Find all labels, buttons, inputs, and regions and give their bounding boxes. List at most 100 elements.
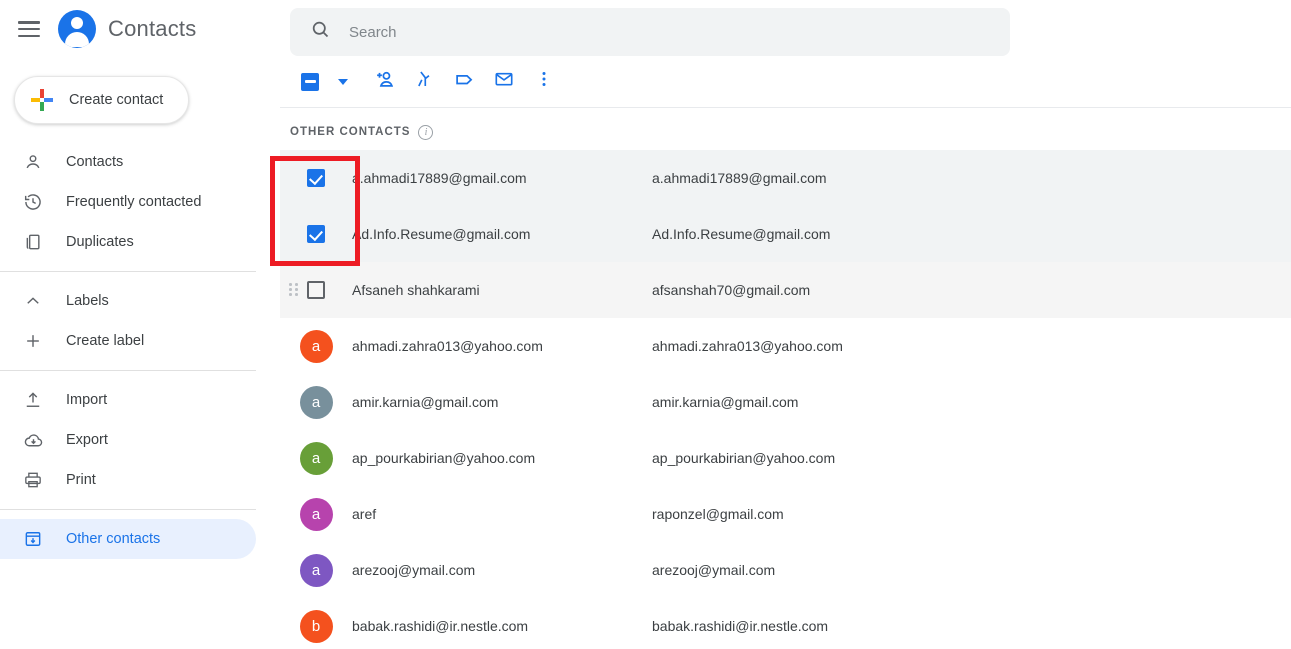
sidebar-item-labels[interactable]: Labels	[0, 281, 256, 321]
contacts-list: a.ahmadi17889@gmail.com a.ahmadi17889@gma…	[280, 150, 1291, 649]
sidebar-divider	[0, 509, 256, 510]
table-row[interactable]: a amir.karnia@gmail.com amir.karnia@gmail.…	[280, 374, 1291, 430]
avatar[interactable]: a	[299, 497, 333, 531]
merge-icon	[413, 68, 435, 95]
table-row[interactable]: Ad.Info.Resume@gmail.com Ad.Info.Resume@g…	[280, 206, 1291, 262]
person-add-icon	[373, 68, 396, 96]
row-lead-cell: a	[280, 329, 352, 363]
select-all-checkbox[interactable]	[290, 62, 330, 102]
avatar[interactable]: a	[299, 441, 333, 475]
merge-button[interactable]	[404, 62, 444, 102]
search-input[interactable]: Search	[290, 8, 1010, 56]
history-clock-icon	[22, 191, 44, 213]
search-placeholder: Search	[349, 23, 397, 41]
row-lead-cell: a	[280, 441, 352, 475]
contact-email-cell: babak.rashidi@ir.nestle.com	[652, 618, 829, 634]
sidebar-item-import[interactable]: Import	[0, 380, 256, 420]
contact-email-cell: a.ahmadi17889@gmail.com	[652, 170, 827, 186]
create-contact-button[interactable]: Create contact	[14, 76, 189, 124]
list-toolbar	[280, 56, 1291, 108]
sidebar-item-duplicates[interactable]: Duplicates	[0, 222, 256, 262]
sidebar-item-contacts[interactable]: Contacts	[0, 142, 256, 182]
info-circle-icon[interactable]: i	[418, 124, 434, 140]
label-tag-icon	[453, 68, 476, 96]
sidebar-item-label: Print	[66, 472, 96, 488]
create-contact-label: Create contact	[69, 92, 164, 108]
add-to-contacts-button[interactable]	[364, 62, 404, 102]
sidebar-item-label: Create label	[66, 333, 145, 349]
row-lead-cell: a	[280, 553, 352, 587]
selection-dropdown-button[interactable]	[330, 62, 356, 102]
row-checkbox-checked[interactable]	[307, 169, 325, 187]
contact-email-cell: ahmadi.zahra013@yahoo.com	[652, 338, 843, 354]
contact-name-cell: ap_pourkabirian@yahoo.com	[352, 450, 536, 466]
sidebar-item-label: Labels	[66, 293, 109, 309]
contact-name-cell: a.ahmadi17889@gmail.com	[352, 170, 527, 186]
sidebar-item-export[interactable]: Export	[0, 420, 256, 460]
row-lead-cell	[280, 281, 352, 299]
table-row[interactable]: a.ahmadi17889@gmail.com a.ahmadi17889@gma…	[280, 150, 1291, 206]
send-email-button[interactable]	[484, 62, 524, 102]
section-title: OTHER CONTACTS	[290, 126, 411, 138]
contact-name-cell: Afsaneh shahkarami	[352, 282, 480, 298]
more-options-button[interactable]	[524, 62, 564, 102]
main-panel: Search OTHER CONTACTS i a.ahmadi17889@gm…	[280, 0, 1291, 649]
table-row[interactable]: Afsaneh shahkarami afsanshah70@gmail.com	[280, 262, 1291, 318]
sidebar-item-create-label[interactable]: Create label	[0, 321, 256, 361]
avatar[interactable]: a	[299, 329, 333, 363]
contact-email-cell: amir.karnia@gmail.com	[652, 394, 799, 410]
row-lead-cell: a	[280, 497, 352, 531]
sidebar-item-label: Duplicates	[66, 234, 134, 250]
hamburger-menu-icon[interactable]	[18, 21, 40, 37]
avatar[interactable]: a	[299, 385, 333, 419]
contact-name-cell: ahmadi.zahra013@yahoo.com	[352, 338, 543, 354]
row-lead-cell	[280, 225, 352, 243]
search-area: Search	[280, 0, 1291, 56]
table-row[interactable]: a ahmadi.zahra013@yahoo.com ahmadi.zahra01…	[280, 318, 1291, 374]
avatar[interactable]: a	[299, 553, 333, 587]
manage-labels-button[interactable]	[444, 62, 484, 102]
table-row[interactable]: a aref raponzel@gmail.com	[280, 486, 1291, 542]
sidebar-item-label: Contacts	[66, 154, 124, 170]
sidebar-item-frequently-contacted[interactable]: Frequently contacted	[0, 182, 256, 222]
table-row[interactable]: b babak.rashidi@ir.nestle.com babak.rashid…	[280, 598, 1291, 649]
sidebar-divider	[0, 370, 256, 371]
printer-icon	[22, 469, 44, 491]
cloud-download-icon	[22, 429, 44, 451]
contacts-person-logo-icon	[58, 10, 96, 48]
row-checkbox-unchecked[interactable]	[307, 281, 325, 299]
upload-icon	[22, 389, 44, 411]
avatar[interactable]: b	[299, 609, 333, 643]
row-checkbox-checked[interactable]	[307, 225, 325, 243]
sidebar-item-print[interactable]: Print	[0, 460, 256, 500]
drag-handle-icon[interactable]	[289, 283, 298, 297]
sidebar: Contacts Create contact Contacts Frequen…	[0, 0, 280, 649]
contact-name-cell: arezooj@ymail.com	[352, 562, 476, 578]
sidebar-nav: Contacts Frequently contacted Duplicates…	[0, 142, 280, 559]
row-lead-cell: b	[280, 609, 352, 643]
contact-name-cell: aref	[352, 506, 377, 522]
plus-icon	[22, 330, 44, 352]
sidebar-item-label: Export	[66, 432, 108, 448]
sidebar-item-label: Import	[66, 392, 108, 408]
app-header: Contacts	[0, 0, 280, 58]
section-header-other-contacts: OTHER CONTACTS i	[280, 114, 1291, 150]
sidebar-item-label: Other contacts	[66, 531, 161, 547]
chevron-down-icon	[338, 78, 348, 85]
sidebar-item-other-contacts[interactable]: Other contacts	[0, 519, 256, 559]
more-vertical-icon	[534, 69, 554, 94]
contact-name-cell: amir.karnia@gmail.com	[352, 394, 499, 410]
table-row[interactable]: a ap_pourkabirian@yahoo.com ap_pourkabiria…	[280, 430, 1291, 486]
row-lead-cell: a	[280, 385, 352, 419]
google-plus-icon	[31, 89, 53, 111]
archive-box-icon	[22, 528, 44, 550]
envelope-icon	[493, 68, 515, 95]
app-brand[interactable]: Contacts	[58, 10, 196, 48]
contact-email-cell: Ad.Info.Resume@gmail.com	[652, 226, 831, 242]
indeterminate-checkbox-icon	[301, 72, 319, 91]
sidebar-divider	[0, 271, 256, 272]
table-row[interactable]: a arezooj@ymail.com arezooj@ymail.com	[280, 542, 1291, 598]
contact-name-cell: Ad.Info.Resume@gmail.com	[352, 226, 531, 242]
chevron-up-icon	[22, 290, 44, 312]
contact-email-cell: raponzel@gmail.com	[652, 506, 784, 522]
